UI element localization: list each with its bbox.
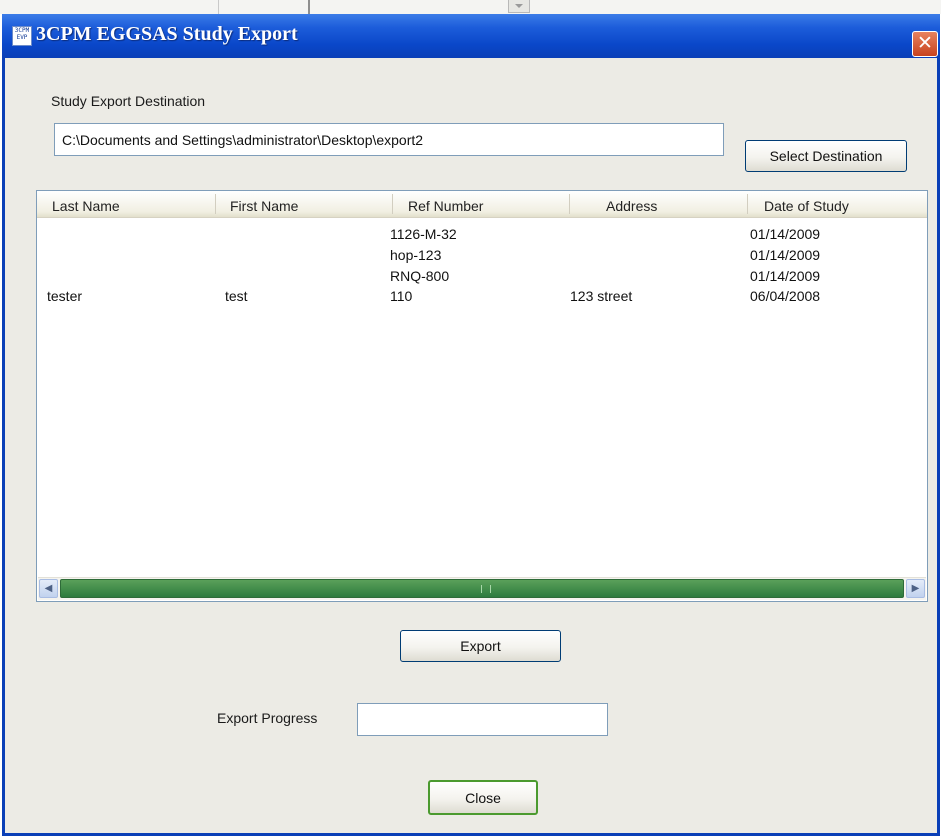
destination-label: Study Export Destination — [51, 93, 206, 109]
table-row[interactable]: RNQ-800 01/14/2009 — [37, 268, 927, 290]
cell-last-name: tester — [47, 288, 83, 304]
cell-ref-number: RNQ-800 — [390, 268, 450, 284]
horizontal-scrollbar[interactable]: ◀ ▶ — [38, 577, 926, 600]
column-header-last-name[interactable]: Last Name — [52, 198, 120, 214]
select-destination-button[interactable]: Select Destination — [745, 140, 907, 172]
cell-ref-number: hop-123 — [390, 247, 442, 263]
cell-date-of-study: 01/14/2009 — [750, 226, 821, 242]
column-divider[interactable] — [215, 194, 216, 214]
title-bar[interactable]: 3CPM EVP 3CPM EGGSAS Study Export ✕ — [2, 14, 940, 58]
cell-ref-number: 1126-M-32 — [390, 226, 457, 242]
cell-first-name: test — [225, 288, 248, 304]
destination-path-input[interactable] — [54, 123, 724, 156]
app-icon: 3CPM EVP — [12, 26, 32, 46]
table-row[interactable]: tester test 110 123 street 06/04/2008 — [37, 288, 927, 310]
column-divider[interactable] — [569, 194, 570, 214]
cell-address: 123 street — [570, 288, 633, 304]
background-divider — [308, 0, 310, 14]
close-button[interactable]: Close — [428, 780, 538, 815]
scroll-right-arrow-icon[interactable]: ▶ — [906, 579, 925, 598]
table-row[interactable]: hop-123 01/14/2009 — [37, 247, 927, 269]
column-header-date-of-study[interactable]: Date of Study — [764, 198, 849, 214]
table-row[interactable]: 1126-M-32 01/14/2009 — [37, 226, 927, 248]
list-header: Last Name First Name Ref Number Address … — [37, 191, 927, 218]
column-header-first-name[interactable]: First Name — [230, 198, 298, 214]
export-button[interactable]: Export — [400, 630, 561, 662]
cell-ref-number: 110 — [390, 288, 413, 304]
background-dropdown-arrow-icon — [508, 0, 530, 13]
column-divider[interactable] — [747, 194, 748, 214]
window-title: 3CPM EGGSAS Study Export — [36, 23, 298, 45]
cell-date-of-study: 01/14/2009 — [750, 247, 821, 263]
background-divider — [218, 0, 219, 14]
background-window-strip — [0, 0, 941, 14]
scroll-left-arrow-icon[interactable]: ◀ — [39, 579, 58, 598]
column-header-ref-number[interactable]: Ref Number — [408, 198, 483, 214]
export-progress-field — [357, 703, 608, 736]
close-window-button[interactable]: ✕ — [912, 31, 938, 57]
scrollbar-thumb[interactable] — [60, 579, 904, 598]
column-header-address[interactable]: Address — [606, 198, 657, 214]
cell-date-of-study: 06/04/2008 — [750, 288, 821, 304]
cell-date-of-study: 01/14/2009 — [750, 268, 821, 284]
scrollbar-grip-icon — [481, 585, 491, 593]
column-divider[interactable] — [392, 194, 393, 214]
study-list[interactable]: Last Name First Name Ref Number Address … — [36, 190, 928, 602]
export-progress-label: Export Progress — [217, 710, 318, 726]
